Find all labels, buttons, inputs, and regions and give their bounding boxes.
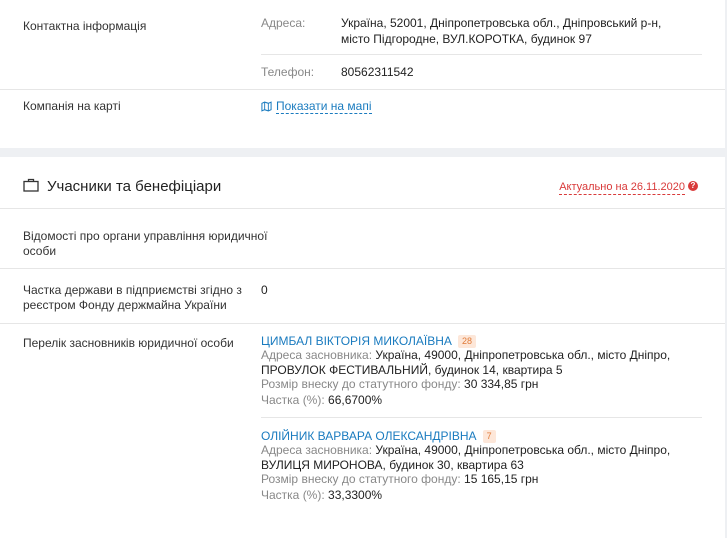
founder-2[interactable]: ОЛІЙНИК ВАРВАРА ОЛЕКСАНДРІВНА 7 bbox=[261, 428, 496, 444]
actual-date-link[interactable]: Актуально на 26.11.2020 bbox=[559, 180, 685, 195]
founder-name-link[interactable]: ЦИМБАЛ ВІКТОРІЯ МИКОЛАЇВНА bbox=[261, 333, 452, 349]
contribution-value: 30 334,85 грн bbox=[464, 377, 539, 391]
founder-2-address: Адреса засновника: Україна, 49000, Дніпр… bbox=[261, 443, 681, 473]
divider bbox=[0, 268, 725, 269]
share-value: 33,3300% bbox=[328, 488, 383, 502]
share-value: 66,6700% bbox=[328, 393, 383, 407]
share-key: Частка (%): bbox=[261, 393, 325, 407]
phone-value: 80562311542 bbox=[341, 65, 414, 79]
founder-1-address: Адреса засновника: Україна, 49000, Дніпр… bbox=[261, 348, 681, 378]
address-part2: ФЕСТИВАЛЬНИЙ, будинок 14, квартира 5 bbox=[329, 363, 563, 377]
briefcase-icon bbox=[23, 178, 39, 192]
founder-badge: 28 bbox=[457, 334, 476, 348]
divider bbox=[261, 417, 702, 418]
founders-label: Перелік засновників юридичної особи bbox=[23, 336, 234, 350]
state-share-value: 0 bbox=[261, 283, 268, 297]
divider bbox=[0, 323, 725, 324]
contribution-key: Розмір внеску до статутного фонду: bbox=[261, 472, 461, 486]
founder-1-contribution: Розмір внеску до статутного фонду: 30 33… bbox=[261, 377, 681, 392]
address-key: Адреса засновника: bbox=[261, 348, 373, 362]
founder-2-share: Частка (%): 33,3300% bbox=[261, 488, 681, 503]
founder-2-contribution: Розмір внеску до статутного фонду: 15 16… bbox=[261, 472, 681, 487]
governance-label-line2: особи bbox=[23, 244, 57, 258]
address-value-line1: Україна, 52001, Дніпропетровська обл., Д… bbox=[341, 16, 662, 30]
contribution-value: 15 165,15 грн bbox=[464, 472, 539, 486]
state-share-label-line2: реєстром Фонду держмайна України bbox=[23, 298, 227, 312]
state-share-label-line1: Частка держави в підприємстві згідно з bbox=[23, 283, 242, 297]
contribution-key: Розмір внеску до статутного фонду: bbox=[261, 377, 461, 391]
show-on-map-link[interactable]: Показати на мапі bbox=[261, 99, 372, 114]
founder-name-link[interactable]: ОЛІЙНИК ВАРВАРА ОЛЕКСАНДРІВНА bbox=[261, 428, 477, 444]
address-key: Адреса засновника: bbox=[261, 443, 373, 457]
participants-title: Учасники та бенефіціари bbox=[47, 178, 222, 195]
help-icon[interactable]: ? bbox=[688, 181, 698, 191]
address-value-line2: місто Підгородне, ВУЛ.КОРОТКА, будинок 9… bbox=[341, 32, 592, 46]
map-icon bbox=[261, 101, 272, 112]
address-part2: МИРОНОВА, будинок 30, квартира 63 bbox=[313, 458, 524, 472]
divider bbox=[0, 208, 725, 209]
founder-1-share: Частка (%): 66,6700% bbox=[261, 393, 681, 408]
divider bbox=[261, 54, 702, 55]
divider bbox=[0, 89, 725, 90]
founder-1[interactable]: ЦИМБАЛ ВІКТОРІЯ МИКОЛАЇВНА 28 bbox=[261, 333, 476, 349]
phone-label: Телефон: bbox=[261, 65, 315, 79]
share-key: Частка (%): bbox=[261, 488, 325, 502]
governance-label-line1: Відомості про органи управління юридично… bbox=[23, 229, 268, 243]
contact-label: Контактна інформація bbox=[23, 19, 147, 33]
founder-badge: 7 bbox=[482, 429, 496, 443]
address-label: Адреса: bbox=[261, 16, 306, 30]
show-on-map-text[interactable]: Показати на мапі bbox=[276, 99, 372, 114]
map-label: Компанія на карті bbox=[23, 99, 121, 113]
